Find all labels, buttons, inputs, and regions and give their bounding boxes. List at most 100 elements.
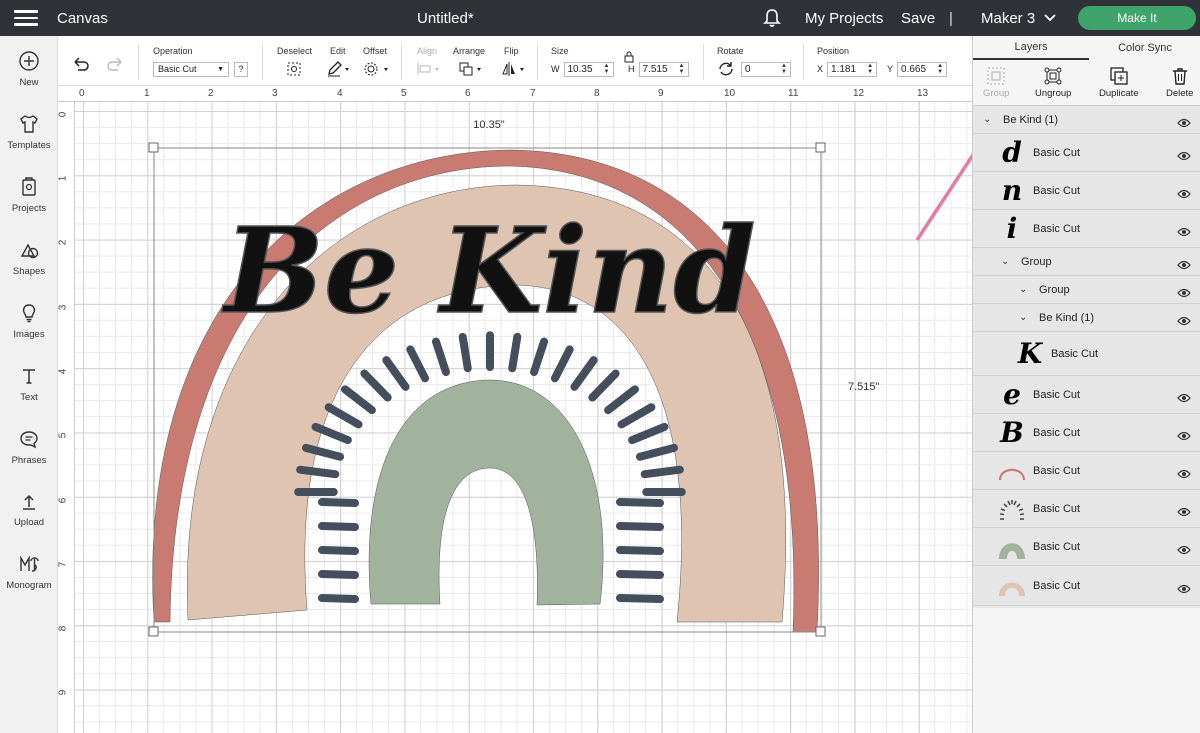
sidebar-item-projects[interactable]: Projects [0,174,58,224]
layer-row[interactable]: n Basic Cut [973,172,1200,210]
group-button[interactable]: Group [983,64,1009,99]
undo-icon[interactable] [71,56,91,72]
width-field[interactable]: W 10.35 ▲ ▼ [551,61,614,77]
menu-icon[interactable] [14,0,38,36]
eye-icon[interactable] [1177,313,1191,331]
chevron-down-icon[interactable]: ⌄ [1001,256,1013,267]
eye-icon[interactable] [1177,466,1191,484]
edit-pencil-icon[interactable] [326,61,352,77]
width-dimension: 10.35" [473,119,505,131]
make-it-button[interactable]: Make It [1078,6,1196,30]
sidebar-item-images[interactable]: Images [0,300,58,350]
layer-row[interactable]: e Basic Cut [973,376,1200,414]
sidebar-item-monogram[interactable]: Monogram [0,551,58,601]
ruler-tick: 4 [57,368,69,375]
sun-ray [628,422,669,445]
tab-layers[interactable]: Layers [973,36,1089,60]
layer-row[interactable]: B Basic Cut [973,414,1200,452]
layer-row[interactable]: Basic Cut [973,528,1200,566]
sun-ray [318,570,359,579]
eye-icon[interactable] [1177,115,1191,133]
save-button[interactable]: Save [901,0,935,36]
inner-arc-thumbnail [997,530,1027,564]
layer-group-row[interactable]: ⌄ Group [973,248,1200,276]
delete-label: Delete [1166,88,1194,99]
chevron-down-icon[interactable]: ⌄ [1019,312,1031,323]
eye-icon[interactable] [1177,428,1191,446]
stepper-icon: ▲ ▼ [867,63,874,75]
offset-icon[interactable] [363,61,391,77]
my-projects-link[interactable]: My Projects [805,0,883,36]
top-bar: Canvas Untitled* My Projects Save | Make… [0,0,1200,36]
rotate-icon [719,62,733,76]
layer-group-row[interactable]: ⌄ Be Kind (1) [973,304,1200,332]
layer-row[interactable]: Basic Cut [973,490,1200,528]
eye-icon[interactable] [1177,581,1191,599]
layer-row[interactable]: K Basic Cut [973,332,1200,376]
ruler-tick: 12 [853,88,865,99]
sidebar-item-phrases[interactable]: Phrases [0,426,58,476]
layer-thumbnail: B [1000,415,1024,449]
design-artwork[interactable]: Be Kind 10.35" 7.515" [75,102,972,733]
machine-label: Maker 3 [981,9,1036,27]
eye-icon[interactable] [1177,542,1191,560]
redo-icon[interactable] [105,56,125,72]
layer-name: Basic Cut [1033,388,1081,401]
sun-ray [382,356,410,391]
layer-row[interactable]: Basic Cut [973,452,1200,490]
y-position-field[interactable]: Y 0.665 ▲ ▼ [887,61,948,77]
edit-toolbar: Operation Basic Cut ▼ ? Deselect Edit Of… [58,36,972,86]
eye-icon[interactable] [1177,257,1191,275]
rotate-field[interactable]: 0 ▲ ▼ [717,61,791,77]
sidebar-label: Templates [7,140,51,151]
ruler-tick: 7 [530,88,536,99]
x-position-field[interactable]: X 1.181 ▲ ▼ [817,61,878,77]
chevron-down-icon[interactable]: ⌄ [1019,284,1031,295]
layer-group-row[interactable]: ⌄ Group [973,276,1200,304]
design-text[interactable]: Be Kind [220,200,756,341]
trash-icon [1172,68,1187,85]
height-field[interactable]: H 7.515 ▲ ▼ [628,61,689,77]
eye-icon[interactable] [1177,186,1191,204]
y-axis-label: Y [887,64,894,74]
sidebar-item-shapes[interactable]: Shapes [0,237,58,287]
delete-button[interactable]: Delete [1166,64,1193,99]
design-canvas[interactable]: Be Kind 10.35" 7.515" [75,87,1019,733]
eye-icon[interactable] [1177,285,1191,303]
resize-handle[interactable] [815,626,826,637]
sidebar-item-text[interactable]: Text [0,363,58,413]
layer-row[interactable]: i Basic Cut [973,210,1200,248]
document-title[interactable]: Untitled* [417,0,474,36]
ungroup-button[interactable]: Ungroup [1035,64,1071,99]
ungroup-label: Ungroup [1035,88,1072,99]
sidebar-item-upload[interactable]: Upload [0,488,58,538]
duplicate-button[interactable]: Duplicate [1099,64,1139,99]
eye-icon[interactable] [1177,224,1191,242]
ruler-tick: 3 [272,88,278,99]
bell-icon[interactable] [761,0,783,36]
sidebar-item-templates[interactable]: Templates [0,111,58,161]
tab-color-sync[interactable]: Color Sync [1089,36,1200,60]
resize-handle[interactable] [148,626,159,637]
ruler-tick: 7 [57,561,69,568]
operation-help-button[interactable]: ? [234,61,248,77]
machine-select[interactable]: Maker 3 [981,0,1057,36]
eye-icon[interactable] [1177,148,1191,166]
align-icon[interactable] [416,61,444,77]
eye-icon[interactable] [1177,504,1191,522]
layer-row[interactable]: Basic Cut [973,566,1200,606]
layer-name: Basic Cut [1033,579,1081,592]
arrange-icon[interactable] [458,61,486,77]
ruler-horizontal: 0 1 2 3 4 5 6 7 8 9 10 11 12 13 [58,86,972,102]
resize-handle[interactable] [815,142,826,153]
resize-handle[interactable] [148,142,159,153]
sidebar-item-new[interactable]: New [0,48,58,98]
deselect-icon[interactable] [286,61,302,77]
eye-icon[interactable] [1177,390,1191,408]
layer-row[interactable]: d Basic Cut [973,134,1200,172]
inner-arc-shape[interactable] [368,379,604,606]
operation-select[interactable]: Basic Cut ▼ [153,61,229,77]
layer-group-row[interactable]: ⌄ Be Kind (1) [973,106,1200,134]
flip-icon[interactable] [501,61,529,77]
chevron-down-icon[interactable]: ⌄ [983,114,995,125]
